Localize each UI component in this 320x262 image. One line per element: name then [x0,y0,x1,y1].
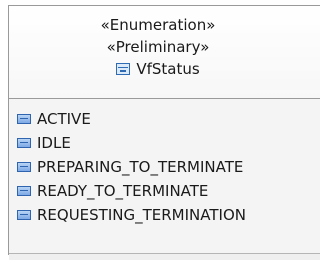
enum-literal-icon [17,210,31,220]
enum-literal-icon [17,138,31,148]
literal-item[interactable]: ACTIVE [17,107,320,131]
literal-item[interactable]: REQUESTING_TERMINATION [17,203,320,227]
enum-literal-icon [17,162,31,172]
literal-label: PREPARING_TO_TERMINATE [37,158,244,176]
literal-label: REQUESTING_TERMINATION [37,206,246,224]
enumeration-name-row: VfStatus [0,58,320,80]
literal-label: ACTIVE [37,110,91,128]
enumeration-header: «Enumeration» «Preliminary» VfStatus [9,6,320,99]
enum-literal-icon [17,186,31,196]
enumeration-name: VfStatus [136,60,200,78]
enumeration-box[interactable]: «Enumeration» «Preliminary» VfStatus ACT… [8,5,320,260]
enumeration-type-icon [116,63,131,75]
stereotype-enumeration: «Enumeration» [100,16,216,34]
literal-item[interactable]: IDLE [17,131,320,155]
literal-label: IDLE [37,134,71,152]
literal-item[interactable]: READY_TO_TERMINATE [17,179,320,203]
literal-item[interactable]: PREPARING_TO_TERMINATE [17,155,320,179]
bottom-strip [9,254,320,260]
enum-literal-icon [17,114,31,124]
literal-label: READY_TO_TERMINATE [37,182,209,200]
enumeration-literals: ACTIVE IDLE PREPARING_TO_TERMINATE READY… [9,99,320,254]
stereotype-preliminary: «Preliminary» [106,38,210,56]
